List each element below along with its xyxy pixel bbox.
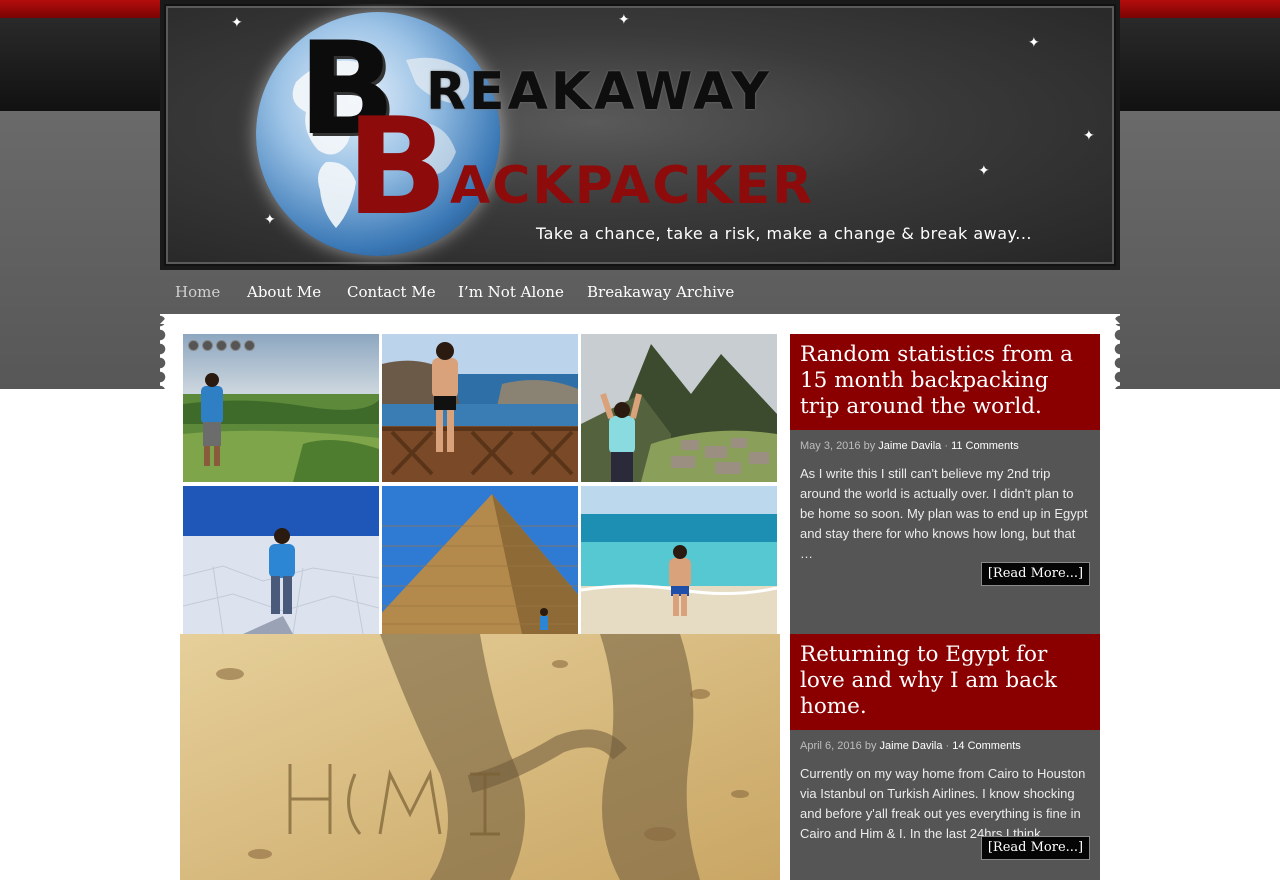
sparkle-icon: ✦	[978, 162, 990, 178]
post-card: Returning to Egypt for love and why I am…	[790, 634, 1100, 880]
nav-item-about-me[interactable]: About Me	[247, 283, 321, 301]
logo-word-breakaway: REAKAWAY	[426, 62, 772, 122]
post-by: by	[864, 740, 877, 752]
photo-salt-flats	[183, 486, 379, 634]
slider-dot[interactable]	[188, 340, 199, 351]
nav-item-breakaway-archive[interactable]: Breakaway Archive	[587, 283, 734, 301]
meta-separator: ·	[945, 740, 950, 752]
post-date: May 3, 2016	[800, 440, 861, 452]
photo-rice-terraces	[183, 334, 379, 482]
post-title[interactable]: Random statistics from a 15 month backpa…	[790, 334, 1100, 430]
post-title[interactable]: Returning to Egypt for love and why I am…	[790, 634, 1100, 730]
main-nav: Home About Me Contact Me I’m Not Alone B…	[160, 272, 1120, 312]
photo-turquoise-beach	[581, 486, 777, 634]
read-more-button[interactable]: [Read More...]	[981, 562, 1090, 586]
sparkle-icon: ✦	[1083, 127, 1095, 143]
post-card: Random statistics from a 15 month backpa…	[790, 334, 1100, 634]
post-comments-link[interactable]: 11 Comments	[951, 440, 1019, 452]
post-comments-link[interactable]: 14 Comments	[952, 740, 1020, 752]
post-date: April 6, 2016	[800, 740, 862, 752]
post-excerpt: As I write this I still can't believe my…	[800, 466, 1088, 561]
stamp-edge-right	[1110, 314, 1120, 880]
post-author-link[interactable]: Jaime Davila	[880, 740, 943, 752]
nav-item-home[interactable]: Home	[175, 283, 220, 301]
sparkle-icon: ✦	[618, 11, 630, 27]
meta-separator: ·	[944, 440, 948, 452]
photo-machu-picchu	[581, 334, 777, 482]
post-by: by	[863, 440, 876, 452]
photo-rocky-coast	[382, 334, 578, 482]
photo-great-pyramid	[382, 486, 578, 634]
stamp-edge-left	[160, 314, 170, 880]
post-meta: May 3, 2016 by Jaime Davila · 11 Comment…	[790, 440, 1100, 452]
nav-item-contact-me[interactable]: Contact Me	[347, 283, 436, 301]
slider-dot[interactable]	[244, 340, 255, 351]
featured-slider[interactable]	[180, 334, 780, 634]
site-tagline: Take a chance, take a risk, make a chang…	[536, 224, 1032, 243]
logo-word-backpacker: ACKPACKER	[450, 156, 815, 216]
slider-dot[interactable]	[202, 340, 213, 351]
nav-item-im-not-alone[interactable]: I’m Not Alone	[458, 283, 564, 301]
slider-dot[interactable]	[216, 340, 227, 351]
site-header-banner[interactable]: ✦ ✦ ✦ ✦ ✦ ✦ ✦ B B REAKAWAY ACKPACKER Tak…	[160, 0, 1120, 270]
post-author-link[interactable]: Jaime Davila	[878, 440, 941, 452]
read-more-button[interactable]: [Read More...]	[981, 836, 1090, 860]
post-excerpt: Currently on my way home from Cairo to H…	[800, 766, 1086, 841]
sparkle-icon: ✦	[1028, 34, 1040, 50]
banner-frame: ✦ ✦ ✦ ✦ ✦ ✦ ✦ B B REAKAWAY ACKPACKER Tak…	[166, 6, 1114, 264]
slider-dot[interactable]	[230, 340, 241, 351]
photo-sand-writing[interactable]	[180, 634, 780, 880]
sparkle-icon: ✦	[231, 14, 243, 30]
post-meta: April 6, 2016 by Jaime Davila · 14 Comme…	[790, 740, 1100, 752]
